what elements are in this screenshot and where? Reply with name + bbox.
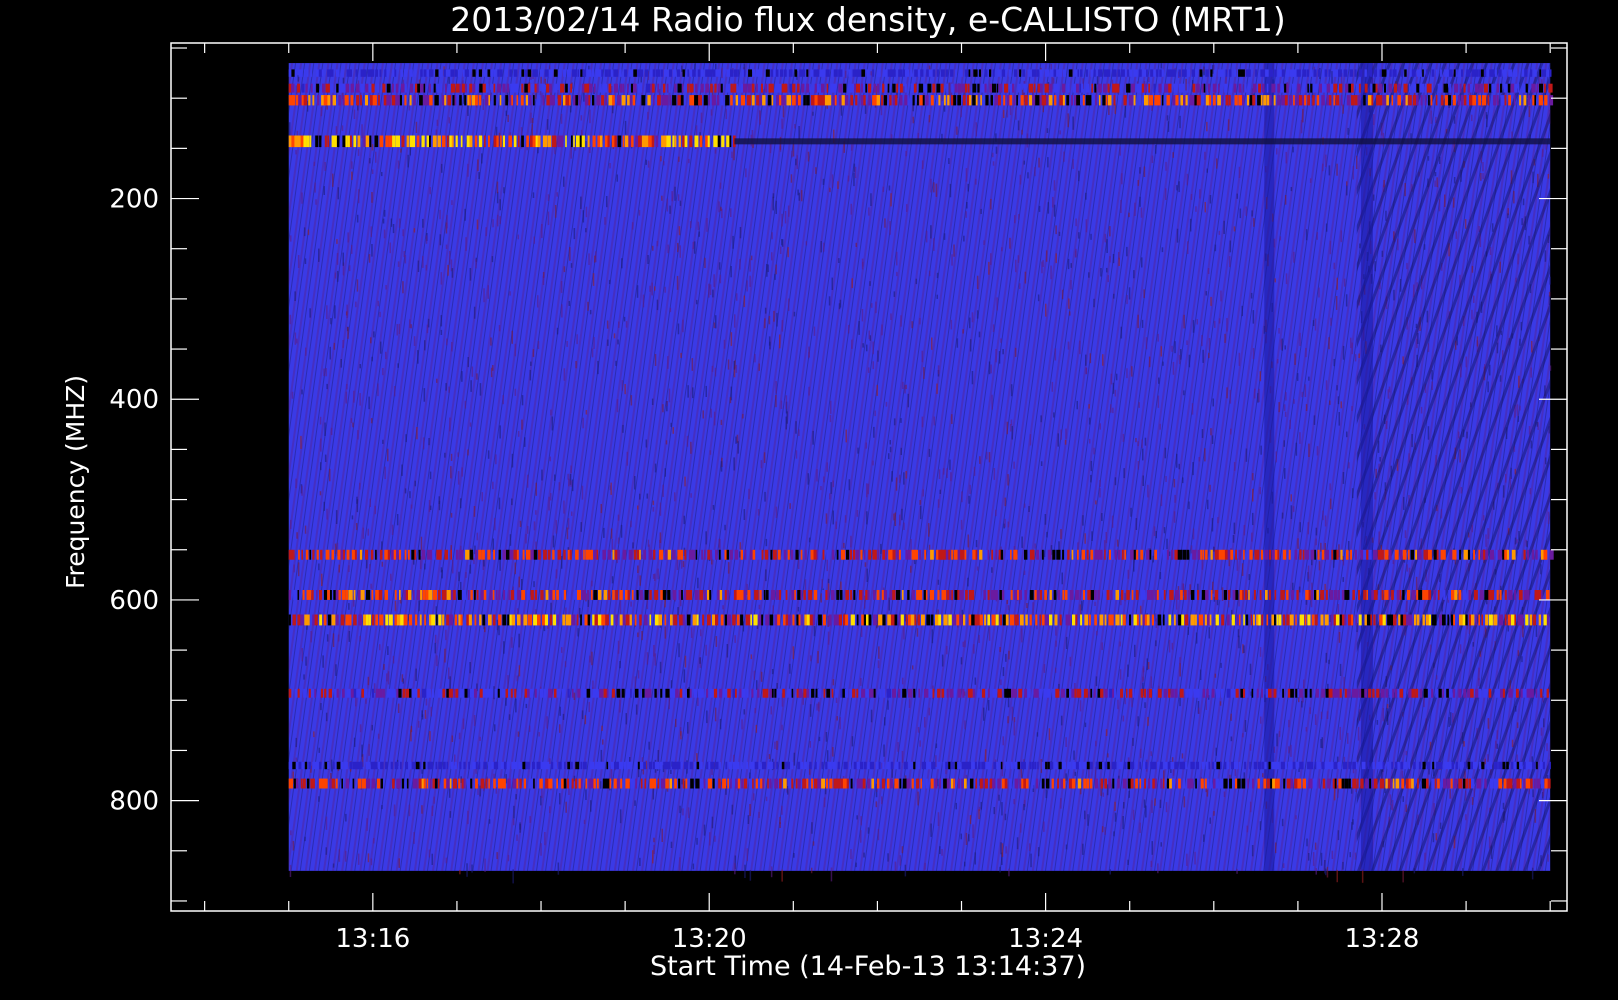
y-tick-label: 200 xyxy=(109,185,159,215)
y-tick-label: 400 xyxy=(109,385,159,415)
y-axis-label: Frequency (MHZ) xyxy=(61,375,90,589)
x-tick-label: 13:20 xyxy=(672,924,747,954)
emission-band xyxy=(734,138,1551,145)
x-tick-label: 13:16 xyxy=(335,924,410,954)
spectrogram-chart: 2013/02/14 Radio flux density, e-CALLIST… xyxy=(61,0,1568,982)
x-axis-label: Start Time (14-Feb-13 13:14:37) xyxy=(650,951,1086,982)
spectrogram-striation-region xyxy=(1356,63,1551,871)
y-tick-label: 800 xyxy=(109,787,159,817)
y-tick-label: 600 xyxy=(109,586,159,616)
spectrogram-dropout-column xyxy=(1264,63,1275,871)
emission-band xyxy=(288,69,1552,77)
spectrogram-dropout-column xyxy=(1360,63,1373,871)
plot-area: 13:16 13:20 13:24 13:28 200 400 600 800 xyxy=(109,42,1568,954)
chart-title: 2013/02/14 Radio flux density, e-CALLIST… xyxy=(450,0,1285,39)
x-tick-label: 13:24 xyxy=(1008,924,1083,954)
x-tick-label: 13:28 xyxy=(1345,924,1420,954)
